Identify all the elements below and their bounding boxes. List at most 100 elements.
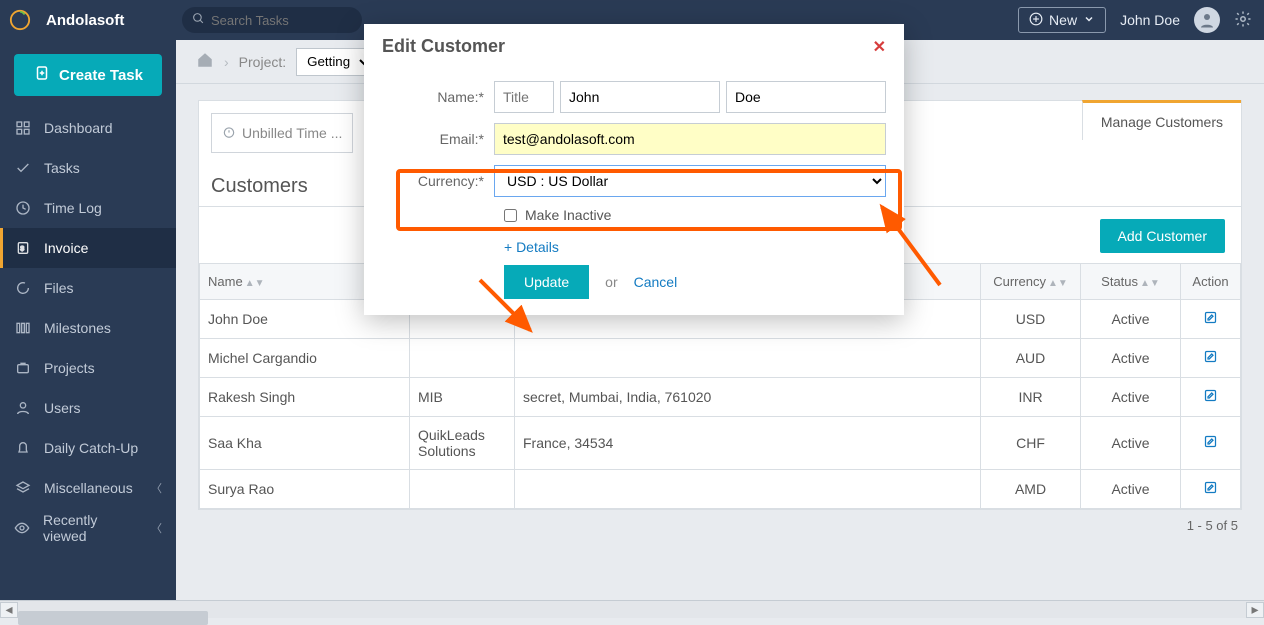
table-row: Saa KhaQuikLeads SolutionsFrance, 34534C… [200,417,1241,470]
first-name-field[interactable] [560,81,720,113]
breadcrumb-sep: › [224,54,229,70]
sidebar-item-label: Projects [44,360,95,376]
plus-icon [1029,12,1043,29]
svg-text:$: $ [20,246,24,253]
table-row: Surya RaoAMDActive [200,470,1241,509]
sidebar-item-label: Time Log [44,200,102,216]
sidebar-item-misc[interactable]: Miscellaneous 〈 [0,468,176,508]
sidebar-item-files[interactable]: Files [0,268,176,308]
sidebar-item-label: Files [44,280,74,296]
sidebar-item-label: Miscellaneous [44,480,133,496]
paging-info: 1 - 5 of 5 [198,510,1242,535]
cell-currency: AMD [981,470,1081,509]
search-input[interactable] [211,13,352,28]
edit-icon[interactable] [1203,351,1218,367]
cell-name: Michel Cargandio [200,339,410,378]
table-row: Michel CargandioAUDActive [200,339,1241,378]
sidebar-item-label: Milestones [44,320,111,336]
files-icon [14,280,32,296]
clock-icon [14,200,32,216]
cell-status: Active [1081,417,1181,470]
add-customer-button[interactable]: Add Customer [1100,219,1225,253]
sidebar-item-projects[interactable]: Projects [0,348,176,388]
close-icon[interactable]: ✕ [873,37,886,57]
avatar[interactable] [1194,7,1220,33]
current-user[interactable]: John Doe [1120,12,1180,28]
or-text: or [605,274,617,290]
layers-icon [14,480,32,496]
update-button[interactable]: Update [504,265,589,299]
title-field[interactable] [494,81,554,113]
cell-company [410,339,515,378]
scroll-left-icon[interactable]: ◂ [0,602,18,618]
label-currency: Currency:* [382,173,494,189]
label-make-inactive: Make Inactive [525,207,611,223]
brand-name: Andolasoft [40,12,176,29]
eye-icon [14,520,31,536]
sidebar-item-label: Users [44,400,81,416]
cell-address [515,339,981,378]
unbilled-label: Unbilled Time ... [242,125,342,141]
sidebar-item-tasks[interactable]: Tasks [0,148,176,188]
cell-name: Surya Rao [200,470,410,509]
cell-currency: USD [981,300,1081,339]
edit-icon[interactable] [1203,312,1218,328]
unbilled-time-box[interactable]: Unbilled Time ... [211,113,353,153]
cell-address [515,470,981,509]
cell-currency: INR [981,378,1081,417]
section-title: Customers [199,165,365,206]
cancel-link[interactable]: Cancel [634,274,678,290]
sidebar-item-label: Invoice [44,240,88,256]
create-task-button[interactable]: Create Task [14,54,162,96]
tab-manage-customers[interactable]: Manage Customers [1082,100,1241,140]
cell-address: France, 34534 [515,417,981,470]
users-icon [14,400,32,416]
gear-icon[interactable] [1234,10,1252,31]
bell-icon [14,440,32,456]
details-link[interactable]: + Details [504,239,886,255]
sidebar-item-label: Dashboard [44,120,113,136]
cell-company [410,470,515,509]
sidebar-item-label: Daily Catch-Up [44,440,138,456]
sidebar-item-daily[interactable]: Daily Catch-Up [0,428,176,468]
label-name: Name:* [382,89,494,105]
clipboard-plus-icon [33,64,51,86]
sidebar-item-invoice[interactable]: $ Invoice [0,228,176,268]
email-field[interactable] [494,123,886,155]
edit-icon[interactable] [1203,482,1218,498]
cell-company: QuikLeads Solutions [410,417,515,470]
create-task-label: Create Task [59,67,143,84]
chevron-left-icon: 〈 [151,480,162,496]
cell-name: Saa Kha [200,417,410,470]
modal-title: Edit Customer [382,36,505,57]
project-select[interactable]: Getting [296,48,373,76]
edit-icon[interactable] [1203,436,1218,452]
horizontal-scrollbar[interactable]: ◂ ▸ [0,600,1264,618]
cell-company: MIB [410,378,515,417]
milestones-icon [14,320,32,336]
cell-status: Active [1081,339,1181,378]
edit-icon[interactable] [1203,390,1218,406]
chevron-down-icon [1083,12,1095,28]
new-label: New [1049,12,1077,28]
dashboard-icon [14,120,32,136]
col-status[interactable]: Status▲▼ [1081,264,1181,300]
sidebar-item-users[interactable]: Users [0,388,176,428]
make-inactive-checkbox[interactable] [504,209,517,222]
projects-icon [14,360,32,376]
sidebar-item-recent[interactable]: Recently viewed 〈 [0,508,176,548]
app-logo[interactable] [0,9,40,31]
search-task[interactable] [182,7,362,33]
scroll-right-icon[interactable]: ▸ [1246,602,1264,618]
home-icon[interactable] [196,51,214,72]
currency-select[interactable]: USD : US Dollar [494,165,886,197]
sidebar-item-timelog[interactable]: Time Log [0,188,176,228]
label-email: Email:* [382,131,494,147]
sidebar-item-dashboard[interactable]: Dashboard [0,108,176,148]
col-currency[interactable]: Currency▲▼ [981,264,1081,300]
last-name-field[interactable] [726,81,886,113]
new-button[interactable]: New [1018,7,1106,33]
col-action: Action [1181,264,1241,300]
table-row: Rakesh SinghMIBsecret, Mumbai, India, 76… [200,378,1241,417]
sidebar-item-milestones[interactable]: Milestones [0,308,176,348]
